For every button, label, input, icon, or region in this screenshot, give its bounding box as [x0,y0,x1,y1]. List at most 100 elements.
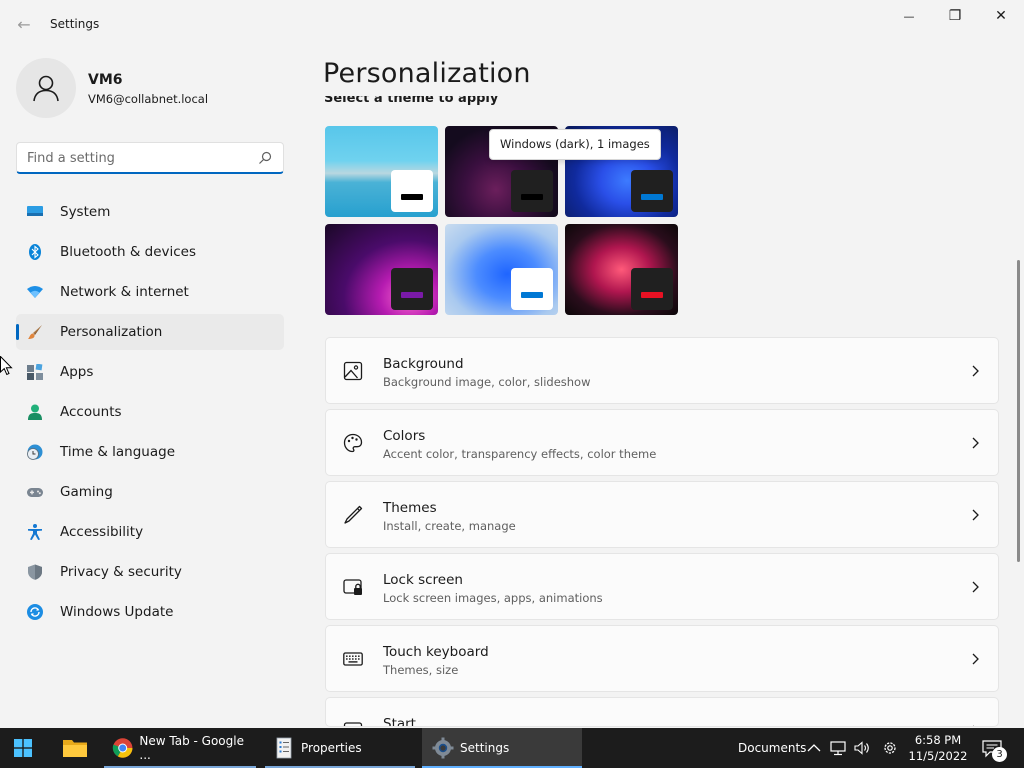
search-icon[interactable] [257,150,273,166]
sidebar-item-windows-update[interactable]: Windows Update [16,594,284,630]
card-subtitle: Background image, color, slideshow [383,375,591,389]
sidebar-item-time-language[interactable]: Time & language [16,434,284,470]
gear-icon[interactable] [882,740,898,756]
theme-swatch [511,268,553,310]
taskbar-item-chrome[interactable]: New Tab - Google ... [104,728,256,768]
card-lock-screen[interactable]: Lock screen Lock screen images, apps, an… [325,553,999,620]
sidebar-item-bluetooth[interactable]: Bluetooth & devices [16,234,284,270]
sidebar-item-apps[interactable]: Apps [16,354,284,390]
sidebar-item-label: System [60,204,111,220]
sidebar-item-gaming[interactable]: Gaming [16,474,284,510]
windows-start-icon[interactable] [14,739,32,757]
wifi-icon [27,286,43,298]
theme-thumbnail[interactable] [445,224,558,315]
sidebar-item-privacy[interactable]: Privacy & security [16,554,284,590]
sidebar-item-label: Windows Update [60,604,174,620]
title-bar: ← Settings — ❐ ✕ [0,0,1024,48]
theme-tooltip: Windows (dark), 1 images [489,129,661,160]
sidebar-item-label: Gaming [60,484,113,500]
theme-swatch [391,170,433,212]
sidebar-item-label: Accessibility [60,524,144,540]
sidebar-item-system[interactable]: System [16,194,284,230]
sidebar-item-label: Time & language [60,444,176,460]
theme-accent-bar [521,194,543,200]
sidebar-item-label: Accounts [60,404,122,420]
image-icon [343,361,363,381]
avatar [16,58,76,118]
mouse-cursor-icon [0,356,13,376]
sidebar-item-accounts[interactable]: Accounts [16,394,284,430]
theme-thumbnail[interactable] [325,126,438,217]
pen-icon [344,505,363,524]
app-title: Settings [50,17,100,31]
clock-time: 6:58 PM [914,733,962,747]
card-background[interactable]: Background Background image, color, slid… [325,337,999,404]
sidebar-item-label: Privacy & security [60,564,182,580]
chevron-right-icon [972,509,979,521]
theme-thumbnail[interactable] [565,224,678,315]
theme-section-heading: Select a theme to apply [324,96,498,110]
taskbar: New Tab - Google ... Properties Settings… [0,728,1024,768]
chrome-icon [112,738,133,758]
chevron-right-icon [973,725,974,726]
card-title: Touch keyboard [383,644,489,660]
sidebar-item-network[interactable]: Network & internet [16,274,284,310]
monitor-icon [27,206,43,216]
gamepad-icon [27,488,43,497]
person-avatar-icon [33,75,59,102]
palette-icon [343,433,363,453]
search-box[interactable] [16,142,284,174]
theme-swatch [631,170,673,212]
card-title: Colors [383,428,426,444]
taskbar-item-label: Settings [460,741,510,755]
close-button[interactable]: ✕ [978,0,1024,32]
tray-toolbar-documents[interactable]: Documents [738,741,806,755]
person-icon [28,404,42,420]
network-wired-icon[interactable] [830,740,846,756]
taskbar-clock[interactable]: 6:58 PM 11/5/2022 [908,732,968,764]
main-scrollbar[interactable] [1017,260,1020,562]
maximize-button[interactable]: ❐ [932,0,978,32]
chevron-up-icon[interactable] [806,740,822,756]
volume-icon[interactable] [854,740,870,756]
user-profile[interactable]: VM6 VM6@collabnet.local [16,58,286,118]
sidebar-item-personalization[interactable]: Personalization [16,314,284,350]
apps-icon [27,364,43,380]
minimize-button[interactable]: — [886,0,932,32]
keyboard-icon [343,652,363,666]
taskbar-item-settings[interactable]: Settings [422,728,582,768]
clock-date: 11/5/2022 [908,749,968,763]
card-title: Start [383,716,416,727]
theme-swatch [631,268,673,310]
chevron-right-icon [972,653,979,665]
file-explorer-icon[interactable] [62,737,88,759]
back-arrow-icon: ← [17,14,31,34]
notification-count-badge: 3 [992,747,1007,762]
taskbar-item-label: New Tab - Google ... [139,734,244,762]
card-start[interactable]: Start [325,697,999,727]
taskbar-item-properties[interactable]: Properties [265,728,415,768]
chevron-right-icon [972,437,979,449]
start-menu-icon [343,722,363,726]
card-subtitle: Lock screen images, apps, animations [383,591,603,605]
card-touch-keyboard[interactable]: Touch keyboard Themes, size [325,625,999,692]
sidebar-nav: System Bluetooth & devices Network & int… [16,194,284,634]
card-themes[interactable]: Themes Install, create, manage [325,481,999,548]
theme-thumbnail[interactable] [325,224,438,315]
theme-accent-bar [521,292,543,298]
settings-gear-icon [432,737,454,759]
accessibility-icon [28,524,42,540]
shield-icon [28,564,42,580]
sidebar-item-accessibility[interactable]: Accessibility [16,514,284,550]
card-title: Themes [383,500,437,516]
back-button[interactable]: ← [10,12,38,36]
search-input[interactable] [27,149,247,167]
user-name: VM6 [88,72,123,88]
card-colors[interactable]: Colors Accent color, transparency effect… [325,409,999,476]
minimize-icon: — [903,9,915,23]
restore-icon: ❐ [948,8,962,24]
theme-accent-bar [401,194,423,200]
page-title: Personalization [323,58,531,89]
theme-swatch [511,170,553,212]
settings-card-list: Background Background image, color, slid… [325,337,999,727]
